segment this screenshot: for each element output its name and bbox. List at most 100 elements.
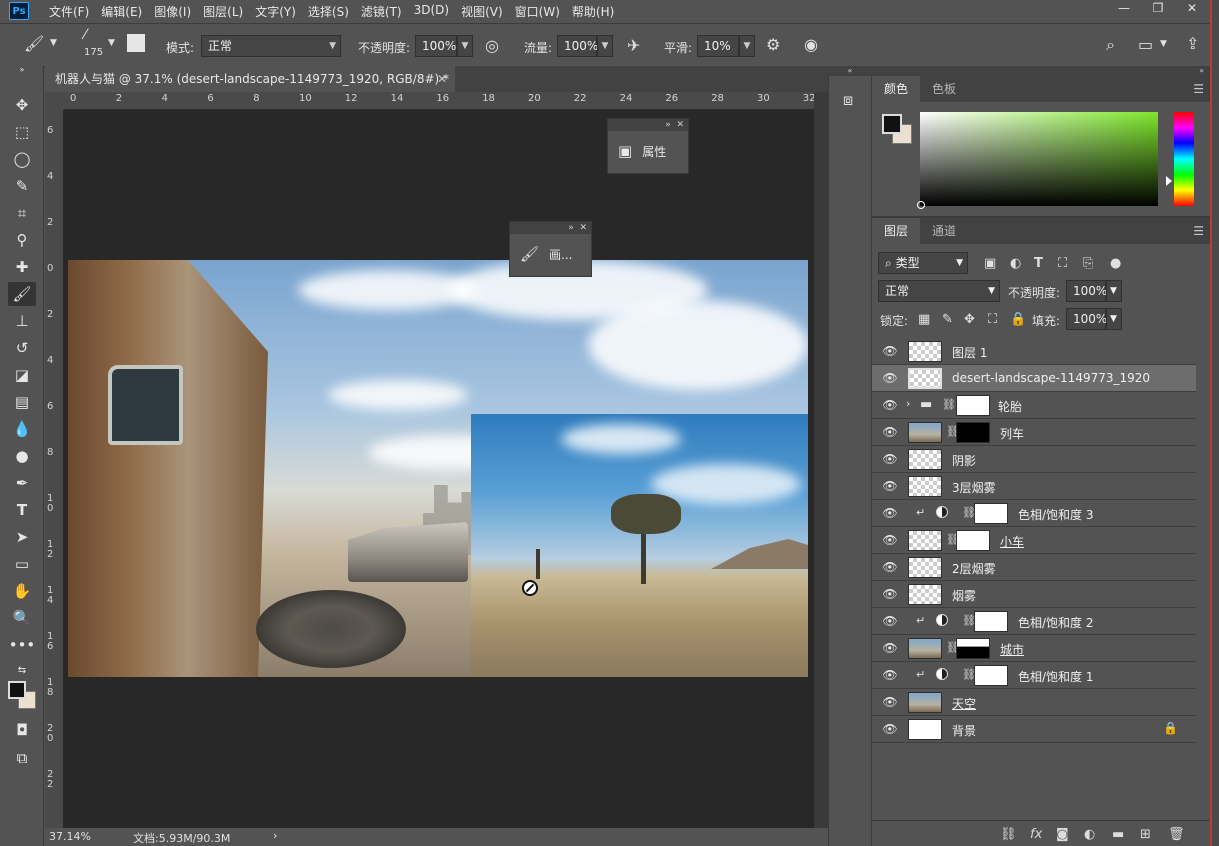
search-icon[interactable]: ⌕ — [1106, 35, 1115, 55]
healing-brush-tool-icon[interactable]: ✚ — [8, 255, 36, 279]
hue-slider[interactable] — [1174, 112, 1194, 206]
menu-filter[interactable]: 滤镜(T) — [361, 3, 402, 20]
trash-icon[interactable]: 🗑 — [1168, 827, 1185, 842]
blur-tool-icon[interactable]: 💧 — [8, 417, 36, 441]
fill-dropdown[interactable]: ▼ — [1106, 308, 1122, 330]
fx-icon[interactable]: fx — [1030, 827, 1042, 842]
close-window-button[interactable]: ✕ — [1175, 0, 1209, 16]
lock-icon[interactable]: 🔒 — [1163, 721, 1178, 735]
brush-preview-icon[interactable]: ⁄ — [84, 27, 86, 43]
layer-item[interactable]: 👁 2层烟雾 — [872, 554, 1196, 581]
swap-colors-icon[interactable]: ⇆ — [8, 659, 36, 683]
adjustment-layer-item[interactable]: 👁 ↵ ⛓ 色相/饱和度 2 — [872, 608, 1196, 635]
brush-picker-dropdown-icon[interactable]: ▼ — [108, 38, 115, 48]
tab-layers[interactable]: 图层 — [872, 218, 921, 244]
saturation-value-field[interactable] — [917, 112, 1158, 209]
fill-input[interactable]: 100% — [1066, 308, 1107, 330]
quick-select-tool-icon[interactable]: ✎ — [8, 174, 36, 198]
document-tab[interactable]: 机器人与猫 @ 37.1% (desert-landscape-1149773_… — [45, 66, 455, 92]
shape-filter-icon[interactable]: ⛶ — [1058, 256, 1067, 271]
eyedropper-tool-icon[interactable]: ⚲ — [8, 228, 36, 252]
smoothing-dropdown[interactable]: ▼ — [739, 35, 755, 57]
eye-icon[interactable]: 👁 — [882, 695, 898, 709]
menu-3d[interactable]: 3D(D) — [414, 3, 449, 20]
eye-icon[interactable]: 👁 — [882, 587, 898, 601]
dock-collapse-arrows[interactable]: « — [828, 66, 872, 76]
layer-opacity-input[interactable]: 100% — [1066, 280, 1107, 302]
document-info[interactable]: 文档:5.93M/90.3M — [133, 830, 230, 846]
background-layer-item[interactable]: 👁 背景 🔒 — [872, 716, 1196, 743]
layer-group-item[interactable]: 👁 › ▬ ⛓ 轮胎 — [872, 392, 1196, 419]
lock-artboard-icon[interactable]: ⛶ — [988, 312, 997, 327]
flow-dropdown[interactable]: ▼ — [597, 35, 613, 57]
opacity-dropdown[interactable]: ▼ — [457, 35, 473, 57]
link-icon[interactable]: ⛓ — [942, 398, 956, 411]
quick-mask-icon[interactable]: ◘ — [8, 718, 36, 742]
type-tool-icon[interactable]: T — [8, 498, 36, 522]
layers-panel-menu-icon[interactable]: ☰ — [1193, 224, 1204, 238]
new-adjustment-icon[interactable]: ◐ — [1084, 827, 1095, 842]
more-tools-icon[interactable]: ••• — [8, 633, 36, 657]
menu-file[interactable]: 文件(F) — [49, 3, 89, 20]
brush-tool-icon[interactable]: 🖌 — [24, 34, 44, 53]
maximize-button[interactable]: ❐ — [1141, 0, 1175, 16]
smart-object-filter-icon[interactable]: ⎘ — [1083, 256, 1093, 271]
eye-icon[interactable]: 👁 — [882, 560, 898, 574]
document-artwork[interactable] — [68, 260, 808, 677]
horizontal-ruler[interactable]: 02468101214161820222426283032 — [64, 92, 814, 110]
panel-menu-icon[interactable]: ☰ — [1193, 82, 1204, 96]
eye-icon[interactable]: 👁 — [882, 479, 898, 493]
adjustment-filter-icon[interactable]: ◐ — [1010, 256, 1021, 271]
gradient-tool-icon[interactable]: ▤ — [8, 390, 36, 414]
toolbar-collapse-icon[interactable]: » — [8, 66, 36, 74]
menu-view[interactable]: 视图(V) — [461, 3, 503, 20]
tab-swatches[interactable]: 色板 — [920, 76, 968, 102]
airbrush-icon[interactable]: ✈ — [627, 36, 640, 55]
dodge-tool-icon[interactable]: ● — [8, 444, 36, 468]
mode-select[interactable]: 正常 ▼ — [201, 35, 341, 57]
add-mask-icon[interactable]: ◙ — [1056, 827, 1069, 842]
history-panel-icon[interactable]: ⧈ — [843, 90, 853, 110]
menu-window[interactable]: 窗口(W) — [515, 3, 560, 20]
pixel-filter-icon[interactable]: ▣ — [984, 256, 996, 271]
new-group-icon[interactable]: ▬ — [1112, 827, 1124, 842]
link-layers-icon[interactable]: ⛓ — [1000, 827, 1017, 842]
eye-icon[interactable]: 👁 — [882, 452, 898, 466]
eye-icon[interactable]: 👁 — [882, 344, 898, 358]
layer-item[interactable]: 👁 desert-landscape-1149773_1920 — [872, 365, 1196, 392]
screen-mode-icon[interactable]: ⧉ — [8, 746, 36, 770]
zoom-tool-icon[interactable]: 🔍 — [8, 606, 36, 630]
path-select-tool-icon[interactable]: ➤ — [8, 525, 36, 549]
eye-icon[interactable]: 👁 — [882, 506, 898, 520]
eye-icon[interactable]: 👁 — [882, 668, 898, 682]
layer-item[interactable]: 👁 烟雾 — [872, 581, 1196, 608]
blend-mode-select[interactable]: 正常 ▼ — [878, 280, 1000, 302]
expand-panels-icon[interactable]: » — [1199, 66, 1204, 75]
eye-icon[interactable]: 👁 — [882, 722, 898, 736]
color-picker-marker[interactable] — [917, 201, 925, 209]
share-icon[interactable]: ⇪ — [1186, 34, 1199, 53]
tab-channels[interactable]: 通道 — [920, 218, 968, 244]
adjustment-layer-item[interactable]: 👁 ↵ ⛓ 色相/饱和度 3 — [872, 500, 1196, 527]
hand-tool-icon[interactable]: ✋ — [8, 579, 36, 603]
menu-type[interactable]: 文字(Y) — [255, 3, 296, 20]
vertical-ruler[interactable]: 6 4 2 0 2 4 6 8 1 0 1 2 1 4 1 6 1 8 2 0 2 2 — [45, 110, 64, 828]
eye-icon[interactable]: 👁 — [882, 371, 898, 385]
mini-panel-header[interactable]: » ✕ — [608, 119, 688, 131]
tab-color[interactable]: 颜色 — [872, 76, 921, 102]
filter-toggle-icon[interactable]: ● — [1110, 256, 1121, 271]
workspace-icon[interactable]: ▭ — [1138, 35, 1153, 54]
properties-button[interactable]: ▣ 属性 — [608, 131, 688, 171]
foreground-color-swatch[interactable] — [8, 681, 26, 699]
brush-tool-icon[interactable]: 🖌 — [8, 282, 36, 306]
eye-icon[interactable]: 👁 — [882, 398, 898, 412]
mini-panel-header[interactable]: » ✕ — [510, 222, 591, 234]
zoom-level[interactable]: 37.14% — [49, 830, 91, 843]
rectangle-tool-icon[interactable]: ▭ — [8, 552, 36, 576]
layer-filter-select[interactable]: ⌕ 类型 ▼ — [878, 252, 968, 274]
menu-image[interactable]: 图像(I) — [154, 3, 191, 20]
chevron-right-icon[interactable]: › — [273, 829, 277, 842]
crop-tool-icon[interactable]: ⌗ — [8, 201, 36, 225]
workspace-dropdown-icon[interactable]: ▼ — [1160, 39, 1167, 49]
eraser-tool-icon[interactable]: ◪ — [8, 363, 36, 387]
